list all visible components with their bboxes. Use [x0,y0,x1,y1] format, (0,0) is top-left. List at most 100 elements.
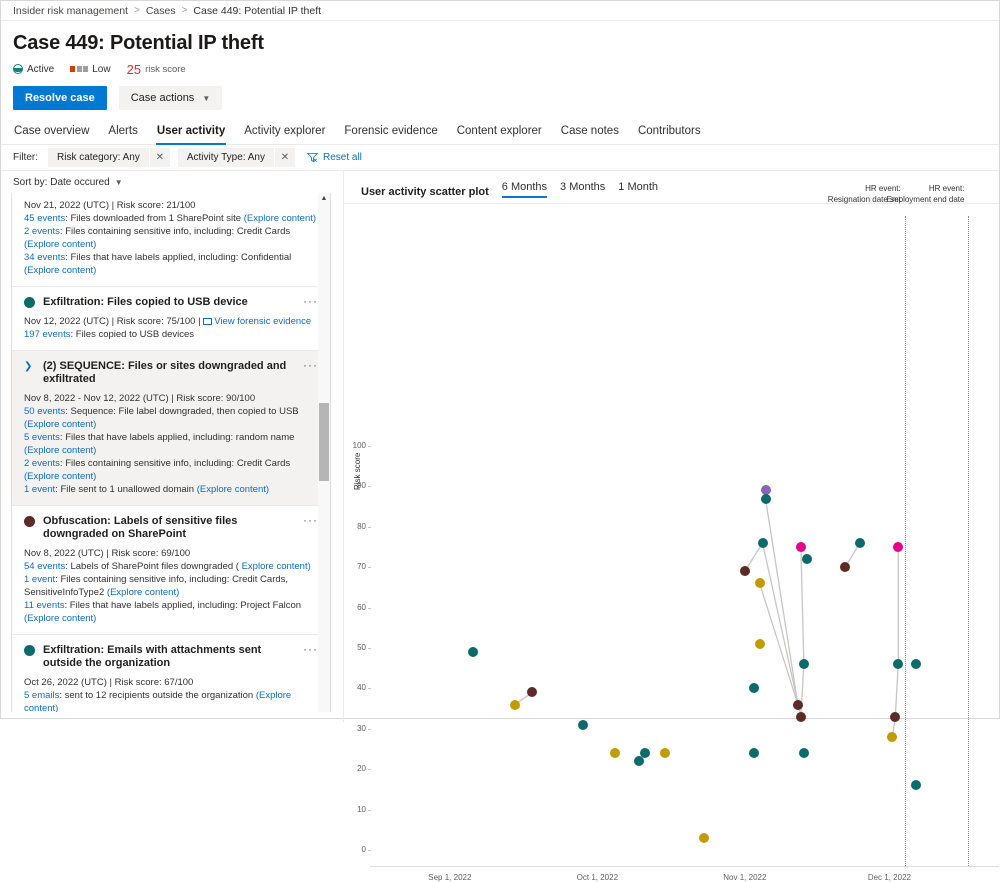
scatter-point[interactable] [610,748,620,758]
detail-text: : Files that have labels applied, includ… [60,432,294,443]
tab-activity-explorer[interactable]: Activity explorer [243,121,326,144]
list-item-subtitle: Nov 21, 2022 (UTC) | Risk score: 21/100 [24,199,318,212]
explore-content-link[interactable]: (Explore content) [24,265,96,276]
activity-list-scroll: Nov 21, 2022 (UTC) | Risk score: 21/1004… [12,193,330,712]
tab-forensic-evidence[interactable]: Forensic evidence [343,121,438,144]
tab-content-explorer[interactable]: Content explorer [456,121,543,144]
scatter-point[interactable] [640,748,650,758]
risk-score-badge: 25 risk score [127,62,186,77]
scatter-point[interactable] [578,720,588,730]
activity-list: Nov 21, 2022 (UTC) | Risk score: 21/1004… [11,193,331,712]
scatter-point[interactable] [796,712,806,722]
status-label: Active [27,64,54,75]
tab-bar: Case overview Alerts User activity Activity… [1,121,999,145]
tab-alerts[interactable]: Alerts [107,121,138,144]
y-axis-tick-label: 70 [344,562,366,571]
close-icon[interactable]: ✕ [275,148,295,167]
list-item-header: Exfiltration: Emails with attachments se… [24,644,318,670]
y-axis-tick-label: 20 [344,764,366,773]
tab-case-notes[interactable]: Case notes [560,121,620,144]
scatter-point[interactable] [699,833,709,843]
scatter-point[interactable] [796,542,806,552]
list-item-detail-line: 1 event: File sent to 1 unallowed domain… [24,483,318,496]
list-item[interactable]: Obfuscation: Labels of sensitive files d… [12,506,330,635]
view-forensic-evidence-link[interactable]: View forensic evidence [214,316,311,327]
list-item[interactable]: Nov 21, 2022 (UTC) | Risk score: 21/1004… [12,199,330,287]
explore-content-link[interactable]: (Explore content) [24,419,96,430]
explore-content-link[interactable]: (Explore content) [24,445,96,456]
explore-content-link[interactable]: (Explore content) [107,587,179,598]
list-item-subtitle: Nov 8, 2022 - Nov 12, 2022 (UTC) | Risk … [24,392,318,405]
explore-content-link[interactable]: (Explore content) [24,471,96,482]
scatter-point[interactable] [660,748,670,758]
breadcrumb-cases[interactable]: Cases [146,5,176,17]
scatter-point[interactable] [887,732,897,742]
hr-event-line [905,216,906,866]
list-item-subtitle: Nov 12, 2022 (UTC) | Risk score: 75/100 … [24,315,318,328]
scrollbar-thumb[interactable] [319,403,329,481]
explore-content-link[interactable]: Explore content) [242,561,311,572]
list-scrollbar[interactable]: ▲ [318,193,330,712]
scatter-point[interactable] [468,647,478,657]
detail-count: 34 events [24,252,65,263]
more-options-icon[interactable]: ··· [303,296,318,306]
case-actions-button[interactable]: Case actions ▼ [119,86,223,110]
scatter-point[interactable] [758,538,768,548]
scatter-point[interactable] [755,639,765,649]
list-item-date-risk: Oct 26, 2022 (UTC) | Risk score: 67/100 [24,677,193,688]
close-icon[interactable]: ✕ [150,148,170,167]
y-axis-tick-mark [368,810,371,811]
scatter-point[interactable] [855,538,865,548]
scatter-point[interactable] [527,687,537,697]
list-item-detail-line: 1 event: Files containing sensitive info… [24,573,318,599]
range-3-months[interactable]: 3 Months [560,181,605,198]
x-axis-line [370,866,999,867]
reset-all-button[interactable]: Reset all [307,152,362,163]
explore-content-link[interactable]: (Explore content) [197,484,269,495]
scatter-point[interactable] [749,748,759,758]
resolve-case-button[interactable]: Resolve case [13,86,107,110]
explore-content-link[interactable]: (Explore content) [24,613,96,624]
list-item-header: ❯(2) SEQUENCE: Files or sites downgraded… [24,360,318,386]
list-item[interactable]: Exfiltration: Emails with attachments se… [12,635,330,712]
more-options-icon[interactable]: ··· [303,360,318,370]
scatter-point[interactable] [911,659,921,669]
list-item[interactable]: Exfiltration: Files copied to USB device… [12,287,330,351]
scatter-point[interactable] [755,578,765,588]
sort-by-dropdown[interactable]: Sort by: Date occured ▼ [1,171,343,193]
scatter-point[interactable] [893,542,903,552]
scatter-point[interactable] [840,562,850,572]
scatter-point[interactable] [802,554,812,564]
scatter-point[interactable] [740,566,750,576]
more-options-icon[interactable]: ··· [303,644,318,654]
filter-chip-risk-category[interactable]: Risk category: Any [48,148,149,167]
scatter-point[interactable] [793,700,803,710]
detail-count: 1 event [24,484,55,495]
list-item[interactable]: ❯(2) SEQUENCE: Files or sites downgraded… [12,351,330,506]
range-6-months[interactable]: 6 Months [502,181,547,198]
scatter-point[interactable] [761,494,771,504]
filter-chip-activity-type[interactable]: Activity Type: Any [178,148,274,167]
range-1-month[interactable]: 1 Month [618,181,658,198]
scatter-point[interactable] [890,712,900,722]
category-dot-icon [24,297,35,308]
scroll-up-icon[interactable]: ▲ [318,193,330,205]
filter-bar: Filter: Risk category: Any ✕ Activity Ty… [1,145,999,171]
scatter-point[interactable] [799,748,809,758]
explore-content-link[interactable]: (Explore content) [24,239,96,250]
more-options-icon[interactable]: ··· [303,515,318,525]
scatter-point[interactable] [799,659,809,669]
tab-contributors[interactable]: Contributors [637,121,702,144]
list-item-detail-line: 50 events: Sequence: File label downgrad… [24,405,318,431]
explore-content-link[interactable]: (Explore content) [244,213,316,224]
scatter-point[interactable] [893,659,903,669]
x-axis-tick-label: Oct 1, 2022 [577,873,618,882]
scatter-point[interactable] [749,683,759,693]
scatter-point[interactable] [510,700,520,710]
chevron-right-icon[interactable]: ❯ [24,361,35,372]
y-axis-tick-mark [368,850,371,851]
tab-case-overview[interactable]: Case overview [13,121,90,144]
breadcrumb-root[interactable]: Insider risk management [13,5,128,17]
tab-user-activity[interactable]: User activity [156,121,226,144]
scatter-point[interactable] [911,780,921,790]
